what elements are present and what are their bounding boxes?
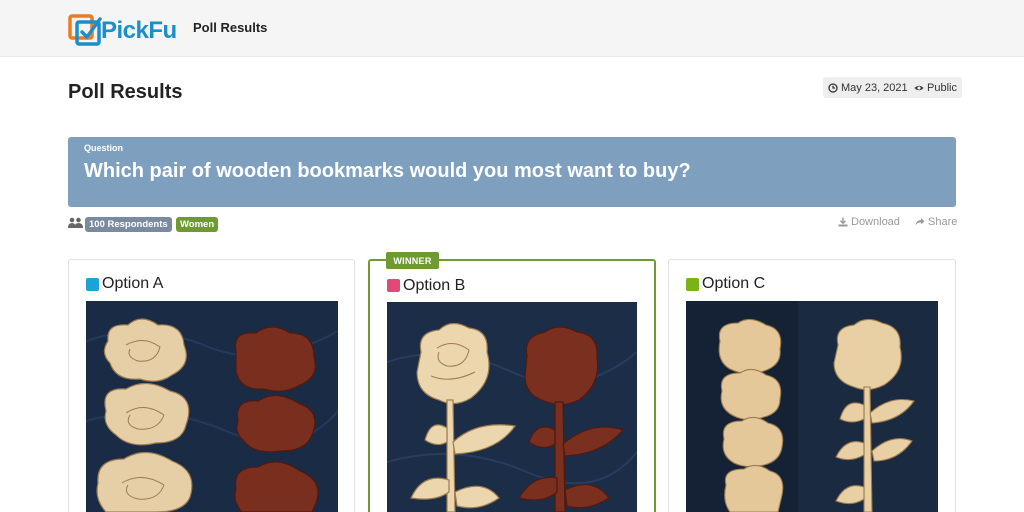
option-c-color-swatch xyxy=(686,278,699,291)
option-c-image[interactable] xyxy=(686,301,938,512)
poll-date: May 23, 2021 xyxy=(841,81,908,94)
share-label: Share xyxy=(928,216,958,228)
download-link[interactable]: Download xyxy=(838,216,900,228)
option-b-label: Option B xyxy=(403,277,466,294)
option-a-label: Option A xyxy=(102,275,164,292)
option-c-label: Option C xyxy=(702,275,766,292)
date-chip: May 23, 2021 xyxy=(823,77,913,98)
page-title: Poll Results xyxy=(68,81,183,103)
visibility-label: Public xyxy=(927,81,957,94)
option-b-color-swatch xyxy=(387,279,400,292)
clock-icon xyxy=(828,82,838,93)
nav-title: Poll Results xyxy=(193,20,268,35)
winner-tag: WINNER xyxy=(386,252,439,269)
question-text: Which pair of wooden bookmarks would you… xyxy=(84,160,691,182)
question-label: Question xyxy=(84,143,124,153)
download-icon xyxy=(838,217,848,227)
option-b-image[interactable] xyxy=(387,302,637,512)
pickfu-logo[interactable]: PickFu xyxy=(68,13,183,46)
top-navbar: PickFu Poll Results xyxy=(0,0,1024,57)
checkbox-logo-icon xyxy=(68,14,102,46)
option-a-image[interactable] xyxy=(86,301,338,512)
share-icon xyxy=(915,218,925,226)
audience-segment-badge: Women xyxy=(176,217,219,232)
share-link[interactable]: Share xyxy=(915,216,957,228)
eye-icon xyxy=(914,85,924,90)
respondents-badge: 100 Respondents xyxy=(85,217,172,232)
download-label: Download xyxy=(851,216,900,228)
option-a-color-swatch xyxy=(86,278,99,291)
question-banner: Question Which pair of wooden bookmarks … xyxy=(68,137,956,207)
brand-name: PickFu xyxy=(101,17,177,44)
users-icon xyxy=(68,217,83,228)
visibility-chip: Public xyxy=(909,77,962,98)
